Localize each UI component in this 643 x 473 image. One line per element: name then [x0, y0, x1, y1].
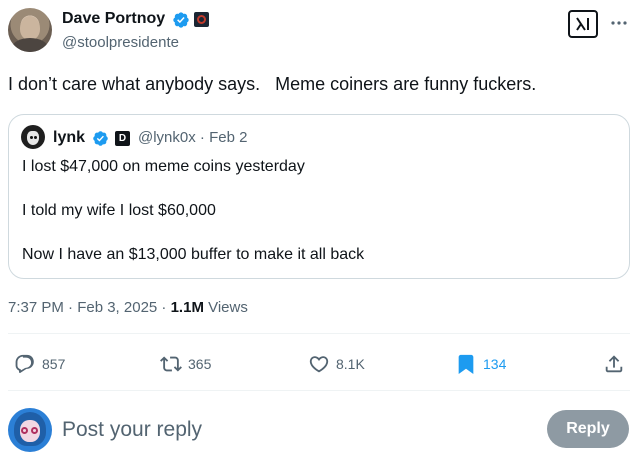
share-icon — [605, 355, 623, 373]
quoted-text-line: I told my wife I lost $60,000 — [22, 202, 216, 219]
author-handle[interactable]: @stoolpresidente — [62, 34, 179, 51]
views-label: Views — [203, 299, 248, 316]
share-button[interactable] — [603, 352, 625, 376]
like-count: 8.1K — [336, 356, 365, 372]
quoted-handle-date: @lynk0x · Feb 2 — [138, 129, 248, 146]
repost-button[interactable]: 365 — [160, 352, 211, 376]
bookmark-icon — [458, 354, 474, 375]
verified-badge-icon — [93, 131, 108, 146]
verified-badge-icon — [173, 12, 189, 28]
more-icon[interactable] — [608, 12, 630, 34]
tweet-timestamp-row: 7:37 PM · Feb 3, 2025 · 1.1M Views — [8, 299, 248, 316]
divider — [8, 333, 630, 334]
affiliate-badge-icon: D — [115, 131, 130, 146]
reply-icon — [15, 354, 34, 373]
user-avatar[interactable] — [8, 408, 52, 452]
views-count: 1.1M — [170, 299, 204, 316]
author-avatar[interactable] — [8, 8, 52, 52]
reply-submit-button[interactable]: Reply — [547, 410, 629, 448]
reply-button[interactable]: 857 — [14, 352, 65, 376]
quoted-author-avatar — [21, 125, 45, 149]
tweet-text: I don’t care what anybody says. Meme coi… — [8, 74, 537, 94]
bookmark-count: 134 — [483, 356, 507, 372]
like-icon — [309, 356, 329, 373]
like-button[interactable]: 8.1K — [308, 352, 365, 376]
reply-input[interactable] — [62, 416, 522, 444]
quoted-text-line: Now I have an $13,000 buffer to make it … — [22, 246, 365, 263]
grok-icon[interactable] — [568, 10, 598, 38]
repost-icon — [160, 356, 182, 372]
tweet-timestamp[interactable]: 7:37 PM · Feb 3, 2025 · — [8, 299, 171, 316]
affiliate-badge-icon[interactable] — [194, 12, 209, 27]
quoted-author-name: lynk — [53, 129, 86, 146]
bookmark-button[interactable]: 134 — [455, 352, 506, 376]
quoted-text-line: I lost $47,000 on meme coins yesterday — [22, 158, 305, 175]
reply-count: 857 — [42, 356, 66, 372]
repost-count: 365 — [188, 356, 212, 372]
author-name[interactable]: Dave Portnoy — [62, 10, 165, 28]
divider — [8, 390, 630, 391]
